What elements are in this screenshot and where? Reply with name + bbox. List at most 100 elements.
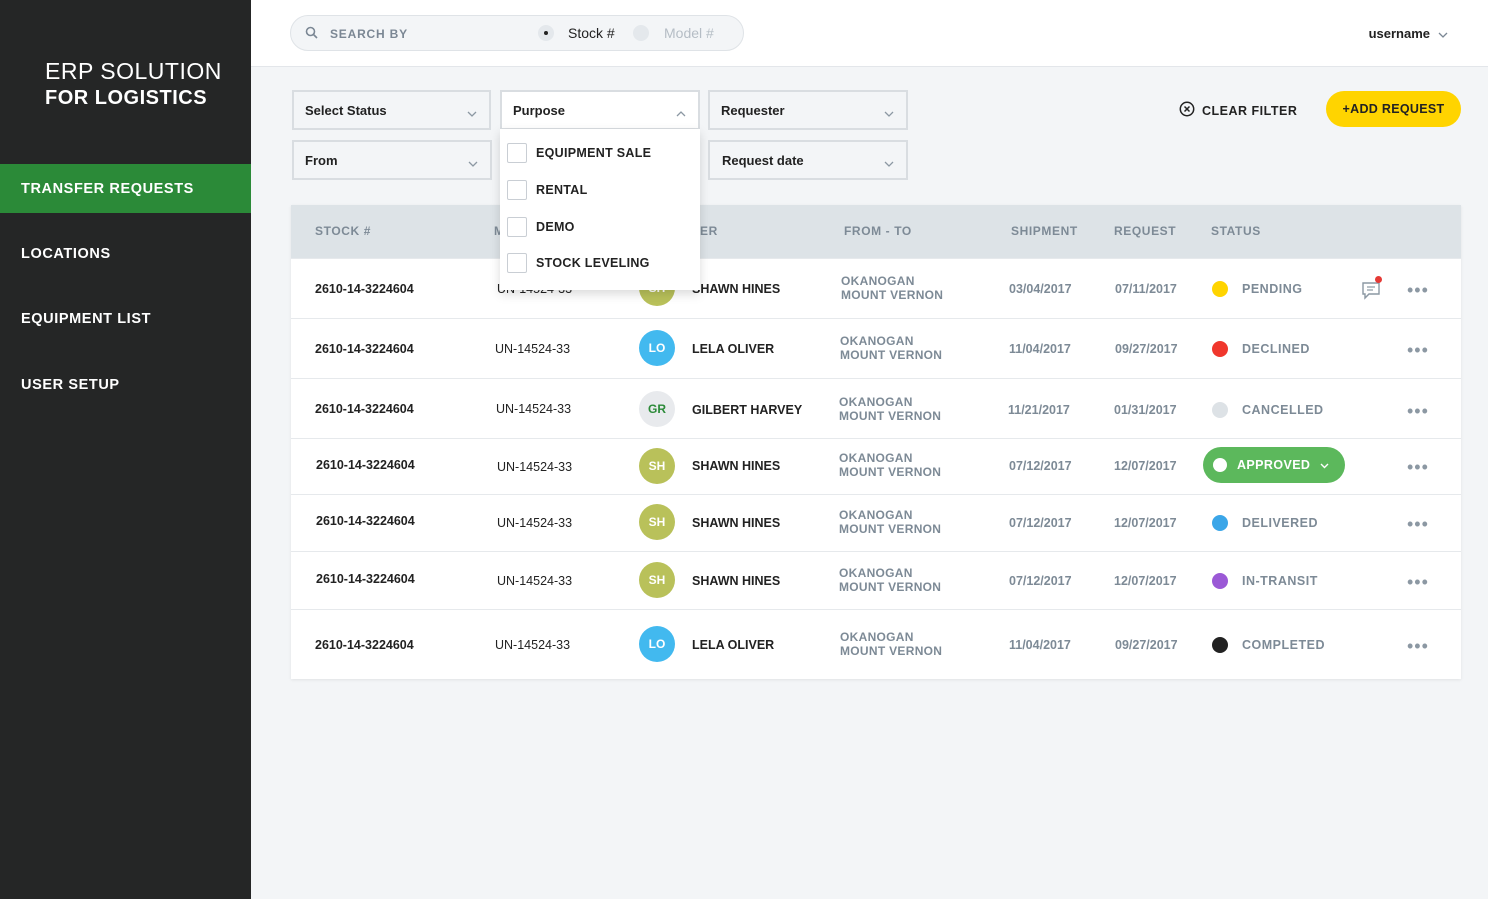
request-date: 12/07/2017: [1114, 574, 1177, 588]
request-date-select[interactable]: Request date: [708, 140, 908, 180]
header-requester[interactable]: ER: [700, 224, 718, 238]
from-to: OKANOGAN MOUNT VERNON: [839, 566, 941, 594]
model-number: UN-14524-33: [497, 574, 573, 588]
purpose-select[interactable]: Purpose: [500, 90, 700, 130]
status-dot: [1212, 637, 1228, 653]
status-dot: [1212, 515, 1228, 531]
status-dropdown-approved[interactable]: APPROVED: [1203, 447, 1345, 483]
checkbox[interactable]: [507, 253, 527, 273]
model-number: UN-14524-33: [495, 342, 571, 356]
purpose-option-rental[interactable]: RENTAL: [507, 180, 588, 200]
transfer-requests-table: STOCK # M ER FROM - TO SHIPMENT REQUEST …: [291, 205, 1461, 679]
table-row[interactable]: 2610-14-3224604 UN-14524-33 SH SHAWN HIN…: [291, 494, 1461, 551]
more-icon[interactable]: •••: [1407, 402, 1429, 420]
more-icon[interactable]: •••: [1407, 573, 1429, 591]
shipment-date: 03/04/2017: [1009, 282, 1072, 296]
status-label: APPROVED: [1237, 458, 1311, 472]
search-input[interactable]: SEARCH BY Stock # Model #: [290, 15, 744, 51]
from-select[interactable]: From: [292, 140, 492, 180]
chevron-down-icon: [884, 105, 894, 120]
message-icon[interactable]: [1361, 276, 1382, 305]
from-location: OKANOGAN: [839, 508, 913, 522]
stock-number: 2610-14-3224604: [315, 638, 414, 652]
model-number: UN-14524-33: [495, 638, 571, 652]
status-select-value: Select Status: [305, 102, 387, 118]
status-dot: [1212, 573, 1228, 589]
request-date: 07/11/2017: [1115, 282, 1177, 296]
chevron-down-icon: [1438, 26, 1448, 41]
requester-name: GILBERT HARVEY: [692, 403, 803, 417]
avatar: SH: [639, 562, 675, 598]
brand-line2: FOR LOGISTICS: [45, 87, 208, 109]
more-icon[interactable]: •••: [1407, 341, 1429, 359]
sidebar: ERP SOLUTION FOR LOGISTICS TRANSFER REQU…: [0, 0, 251, 899]
chevron-down-icon: [467, 105, 477, 120]
from-to: OKANOGAN MOUNT VERNON: [839, 508, 941, 536]
stock-radio-label[interactable]: Stock #: [568, 25, 615, 41]
status-dot: [1212, 281, 1228, 297]
table-row[interactable]: 2610-14-3224604 UN-14524-33 GR GILBERT H…: [291, 378, 1461, 438]
more-icon[interactable]: •••: [1407, 458, 1429, 476]
purpose-option-demo[interactable]: DEMO: [507, 217, 575, 237]
checkbox[interactable]: [507, 217, 527, 237]
checkbox[interactable]: [507, 180, 527, 200]
requester-name: SHAWN HINES: [692, 574, 781, 588]
option-label: EQUIPMENT SALE: [536, 146, 652, 160]
more-icon[interactable]: •••: [1407, 281, 1429, 299]
user-menu[interactable]: username: [1369, 26, 1448, 41]
table-row[interactable]: 2610-14-3224604 UN-14524-33 LO LELA OLIV…: [291, 318, 1461, 378]
shipment-date: 07/12/2017: [1009, 459, 1072, 473]
purpose-option-stock-leveling[interactable]: STOCK LEVELING: [507, 253, 650, 273]
header-stock[interactable]: STOCK #: [315, 224, 371, 238]
status-dot: [1213, 458, 1227, 472]
table-row[interactable]: 2610-14-3224604 UN-14524-33 SH SHAWN HIN…: [291, 258, 1461, 318]
to-location: MOUNT VERNON: [839, 465, 942, 479]
stock-number: 2610-14-3224604: [316, 514, 415, 528]
checkbox[interactable]: [507, 143, 527, 163]
requester-select[interactable]: Requester: [708, 90, 908, 130]
table-header: STOCK # M ER FROM - TO SHIPMENT REQUEST …: [291, 205, 1461, 258]
sidebar-item-equipment-list[interactable]: EQUIPMENT LIST: [0, 294, 251, 343]
to-location: MOUNT VERNON: [839, 580, 942, 594]
request-date: 12/07/2017: [1114, 459, 1177, 473]
add-request-button[interactable]: +ADD REQUEST: [1326, 91, 1461, 127]
request-date: 01/31/2017: [1114, 403, 1177, 417]
model-radio[interactable]: [633, 25, 649, 41]
purpose-select-value: Purpose: [513, 102, 566, 118]
sidebar-item-locations[interactable]: LOCATIONS: [0, 229, 251, 278]
from-location: OKANOGAN: [840, 630, 914, 644]
requester-name: SHAWN HINES: [692, 282, 781, 296]
request-date-select-value: Request date: [722, 152, 804, 168]
chevron-up-icon: [676, 105, 686, 120]
notification-dot: [1375, 276, 1382, 283]
request-date: 12/07/2017: [1114, 516, 1177, 530]
header-request[interactable]: REQUEST: [1114, 224, 1176, 238]
stock-number: 2610-14-3224604: [315, 342, 414, 356]
table-row[interactable]: 2610-14-3224604 UN-14524-33 SH SHAWN HIN…: [291, 551, 1461, 609]
status-select[interactable]: Select Status: [292, 90, 491, 130]
request-date: 09/27/2017: [1115, 342, 1178, 356]
purpose-dropdown-menu: EQUIPMENT SALE RENTAL DEMO STOCK LEVELIN…: [500, 129, 700, 290]
requester-name: LELA OLIVER: [692, 342, 775, 356]
status-label: CANCELLED: [1242, 403, 1324, 417]
avatar: LO: [639, 330, 675, 366]
chevron-down-icon: [1320, 458, 1329, 472]
sidebar-item-transfer-requests[interactable]: TRANSFER REQUESTS: [0, 164, 251, 213]
model-radio-label[interactable]: Model #: [664, 25, 714, 41]
table-row[interactable]: 2610-14-3224604 UN-14524-33 SH SHAWN HIN…: [291, 438, 1461, 494]
avatar: SH: [639, 504, 675, 540]
purpose-option-equipment-sale[interactable]: EQUIPMENT SALE: [507, 143, 651, 163]
header-status[interactable]: STATUS: [1211, 224, 1261, 238]
header-shipment[interactable]: SHIPMENT: [1011, 224, 1078, 238]
requester-name: SHAWN HINES: [692, 516, 781, 530]
more-icon[interactable]: •••: [1407, 637, 1429, 655]
clear-filter-button[interactable]: CLEAR FILTER: [1179, 101, 1297, 120]
header-from-to[interactable]: FROM - TO: [844, 224, 912, 238]
stock-number: 2610-14-3224604: [315, 402, 414, 416]
more-icon[interactable]: •••: [1407, 515, 1429, 533]
table-row[interactable]: 2610-14-3224604 UN-14524-33 LO LELA OLIV…: [291, 609, 1461, 679]
status-label: IN-TRANSIT: [1242, 574, 1318, 588]
from-location: OKANOGAN: [841, 274, 915, 288]
stock-radio[interactable]: [538, 25, 554, 41]
sidebar-item-user-setup[interactable]: USER SETUP: [0, 360, 251, 409]
